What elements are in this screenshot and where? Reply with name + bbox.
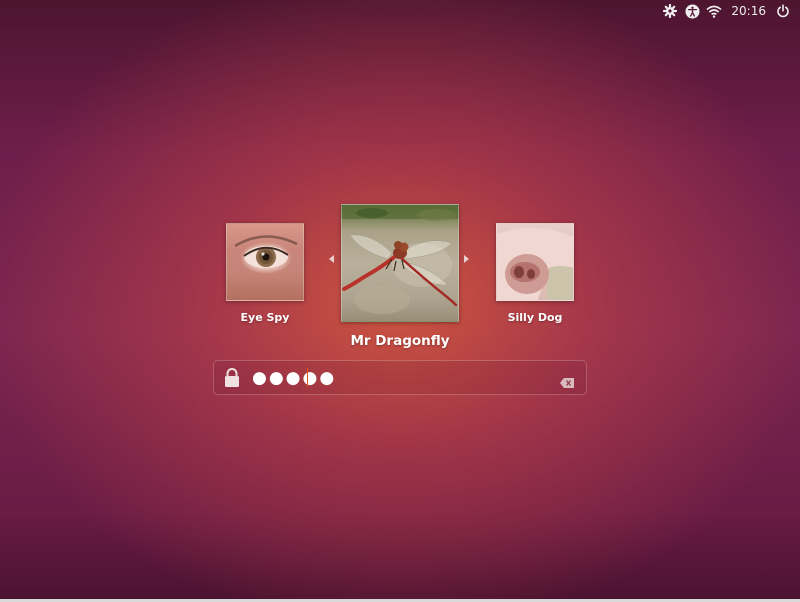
previous-user-arrow[interactable] <box>329 255 334 263</box>
accessibility-icon[interactable] <box>681 0 703 22</box>
avatar-silly-dog[interactable] <box>496 223 574 301</box>
password-field[interactable]: ●●●●● <box>213 360 587 395</box>
next-user-arrow[interactable] <box>464 255 469 263</box>
gear-icon[interactable] <box>659 0 681 22</box>
top-panel: 20:16 <box>659 0 800 22</box>
user-name-mr-dragonfly[interactable]: Mr Dragonfly <box>320 333 480 349</box>
eye-photo <box>234 235 298 268</box>
text-caret <box>307 368 308 387</box>
password-masked-text: ●●●●● <box>252 368 337 388</box>
user-name-silly-dog[interactable]: Silly Dog <box>486 311 584 324</box>
wifi-icon[interactable] <box>703 0 725 22</box>
clock[interactable]: 20:16 <box>725 4 772 18</box>
user-name-eye-spy[interactable]: Eye Spy <box>226 311 304 324</box>
clear-icon[interactable] <box>560 373 574 392</box>
dragonfly-photo <box>342 205 458 314</box>
dog-nose-photo <box>497 227 573 300</box>
avatar-eye-spy[interactable] <box>226 223 304 301</box>
power-icon[interactable] <box>772 0 794 22</box>
avatar-mr-dragonfly[interactable] <box>341 204 459 322</box>
lock-icon <box>224 368 240 392</box>
